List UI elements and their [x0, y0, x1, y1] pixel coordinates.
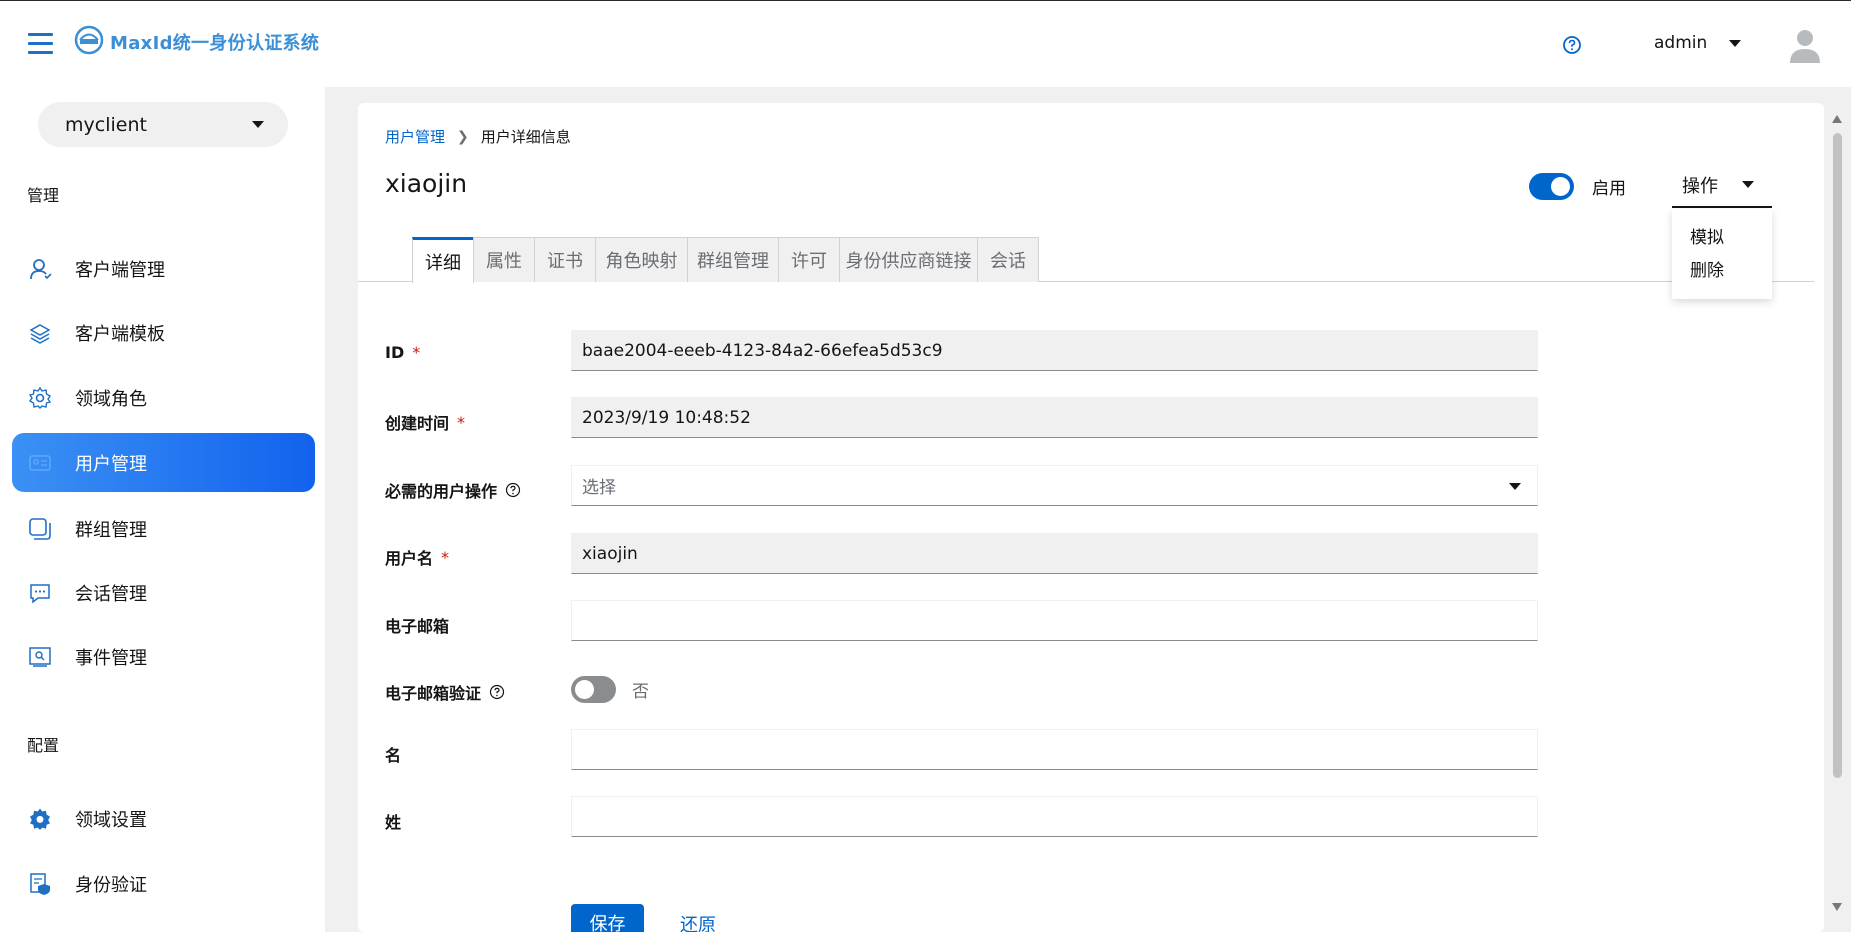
email-verified-label: 电子邮箱验证: [385, 680, 505, 704]
email-verified-toggle[interactable]: [571, 676, 616, 703]
tab-role-mapping[interactable]: 角色映射: [595, 237, 688, 282]
actions-dropdown[interactable]: 操作: [1672, 163, 1772, 208]
app-title: MaxId统一身份认证系统: [110, 33, 320, 54]
created-at-label: 创建时间 *: [385, 412, 466, 434]
scroll-thumb[interactable]: [1833, 133, 1842, 778]
enabled-label: 启用: [1592, 179, 1626, 199]
enabled-toggle[interactable]: [1529, 173, 1574, 200]
section-label-manage: 管理: [27, 186, 60, 205]
layers-icon: [27, 320, 53, 346]
section-label-config: 配置: [27, 736, 60, 755]
sidebar-item-client-templates[interactable]: 客户端模板: [12, 303, 315, 362]
tab-bar: 详细 属性 证书 角色映射 群组管理 许可 身份供应商链接 会话: [358, 233, 1814, 283]
id-label: ID *: [385, 343, 421, 362]
sidebar-item-label: 领域设置: [75, 809, 147, 831]
chevron-down-icon: [1509, 483, 1521, 490]
sidebar-item-label: 领域角色: [75, 388, 147, 410]
username-label: admin: [1654, 33, 1708, 53]
logo-icon: [74, 25, 104, 55]
client-select-value: myclient: [65, 113, 147, 136]
scroll-up-icon[interactable]: [1832, 115, 1842, 123]
username-field: xiaojin: [571, 533, 1538, 574]
tab-attributes[interactable]: 属性: [473, 237, 535, 282]
scroll-down-icon[interactable]: [1832, 903, 1842, 911]
sidebar: myclient 管理 客户端管理 客户端模板 领域角色 用户管理 群组管理 会…: [0, 87, 325, 932]
sidebar-item-events[interactable]: 事件管理: [12, 627, 315, 686]
breadcrumb: 用户管理 ❯ 用户详细信息: [385, 126, 571, 147]
required-actions-placeholder: 选择: [582, 478, 616, 498]
event-icon: [27, 644, 53, 670]
created-at-field: 2023/9/19 10:48:52: [571, 397, 1538, 438]
required-actions-select[interactable]: 选择: [571, 465, 1538, 506]
first-name-label: 名: [385, 746, 402, 765]
help-icon[interactable]: [505, 482, 521, 498]
sidebar-item-groups[interactable]: 群组管理: [12, 499, 315, 558]
sidebar-item-label: 会话管理: [75, 583, 147, 605]
gear-outline-icon: [27, 385, 53, 411]
sidebar-item-realm-settings[interactable]: 领域设置: [12, 789, 315, 848]
reset-button[interactable]: 还原: [680, 911, 716, 932]
sidebar-item-label: 客户端管理: [75, 259, 165, 281]
group-icon: [27, 516, 53, 542]
sidebar-item-authentication[interactable]: 身份验证: [12, 854, 315, 913]
sidebar-item-label: 用户管理: [75, 453, 147, 475]
help-icon[interactable]: [489, 684, 505, 700]
chevron-down-icon: [1729, 39, 1742, 47]
first-name-field[interactable]: [571, 729, 1538, 770]
username-label: 用户名 *: [385, 547, 450, 569]
menu-item-delete[interactable]: 删除: [1672, 252, 1772, 285]
email-verified-value: 否: [632, 682, 649, 702]
user-detail-card: 用户管理 ❯ 用户详细信息 xiaojin 启用 操作 模拟 删除 详细 属性 …: [358, 103, 1824, 932]
top-bar: MaxId统一身份认证系统 admin: [0, 0, 1851, 87]
avatar[interactable]: [1788, 27, 1822, 65]
scrollbar[interactable]: [1824, 103, 1851, 932]
sidebar-item-label: 客户端模板: [75, 323, 165, 345]
email-verified-switch-group: 否: [571, 676, 649, 703]
tab-details[interactable]: 详细: [412, 237, 474, 283]
chevron-down-icon: [252, 121, 264, 128]
chevron-right-icon: ❯: [457, 128, 469, 145]
id-field: baae2004-eeeb-4123-84a2-66efea5d53c9: [571, 330, 1538, 371]
user-menu-dropdown[interactable]: admin: [1654, 33, 1742, 53]
sidebar-item-clients[interactable]: 客户端管理: [12, 239, 315, 298]
help-icon[interactable]: [1562, 35, 1582, 55]
tab-sessions[interactable]: 会话: [977, 237, 1039, 282]
tab-credentials[interactable]: 证书: [534, 237, 596, 282]
breadcrumb-link-users[interactable]: 用户管理: [385, 126, 445, 147]
email-field[interactable]: [571, 600, 1538, 641]
sidebar-item-realm-roles[interactable]: 领域角色: [12, 368, 315, 427]
gear-filled-icon: [27, 806, 53, 832]
menu-toggle-icon[interactable]: [28, 33, 53, 55]
sidebar-item-label: 事件管理: [75, 647, 147, 669]
client-select[interactable]: myclient: [38, 102, 288, 147]
chat-icon: [27, 580, 53, 606]
tab-groups[interactable]: 群组管理: [687, 237, 779, 282]
id-card-icon: [27, 450, 53, 476]
save-button[interactable]: 保存: [571, 904, 644, 932]
page-title: xiaojin: [385, 169, 468, 198]
menu-item-impersonate[interactable]: 模拟: [1672, 219, 1772, 252]
tab-identity-provider-links[interactable]: 身份供应商链接: [839, 237, 978, 282]
user-icon: [27, 256, 53, 282]
sidebar-item-sessions[interactable]: 会话管理: [12, 563, 315, 622]
last-name-field[interactable]: [571, 796, 1538, 837]
actions-menu: 模拟 删除: [1672, 209, 1772, 299]
last-name-label: 姓: [385, 813, 402, 832]
sidebar-item-label: 身份验证: [75, 874, 147, 896]
tab-consents[interactable]: 许可: [778, 237, 840, 282]
chevron-down-icon: [1742, 181, 1754, 188]
email-label: 电子邮箱: [385, 617, 450, 636]
enabled-switch-group: 启用: [1529, 173, 1626, 200]
sidebar-item-users[interactable]: 用户管理: [12, 433, 315, 492]
actions-label: 操作: [1682, 175, 1718, 197]
breadcrumb-current: 用户详细信息: [480, 128, 571, 146]
required-actions-label: 必需的用户操作: [385, 478, 521, 502]
shield-doc-icon: [27, 871, 53, 897]
sidebar-item-label: 群组管理: [75, 519, 147, 541]
